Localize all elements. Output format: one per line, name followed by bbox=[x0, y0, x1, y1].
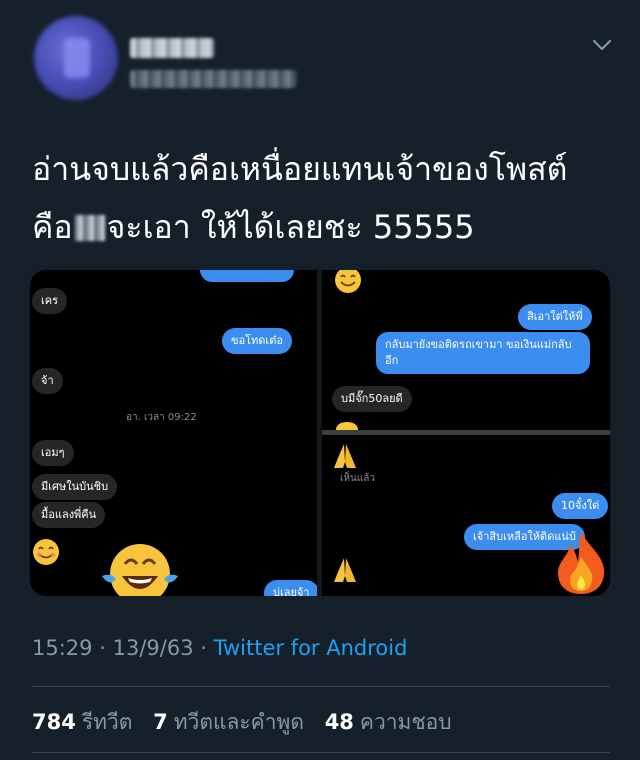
fire-emoji bbox=[558, 533, 605, 594]
tweet-text-part: จะเอา ให้ได้เลยชะ 55555 bbox=[106, 208, 475, 246]
chat-screenshot-panel-2: สิเอาใต่ให้พี่ กลับมายังขอติดรถเขามา ขอเ… bbox=[322, 270, 610, 430]
smiling-face-emoji bbox=[33, 539, 59, 565]
blurred-handle[interactable] bbox=[130, 70, 296, 88]
chat-bubble-received: มีเศษในบันชิบ bbox=[32, 474, 118, 500]
partial-emoji bbox=[336, 422, 358, 430]
chat-bubble-sent: สิเอาใต่ให้พี่ bbox=[518, 304, 592, 330]
separator-dot: · bbox=[99, 636, 106, 660]
chat-bubble-sent: ขอโทดเต๋อ bbox=[222, 328, 292, 354]
folded-hands-emoji bbox=[334, 558, 356, 582]
tweet-text-part: คือ bbox=[32, 208, 73, 246]
tweet-date[interactable]: 13/9/63 bbox=[113, 636, 194, 660]
chat-bubble-received: บมีจั๊ก50ลยดี bbox=[332, 386, 412, 412]
folded-hands-emoji bbox=[334, 444, 356, 468]
retweets-count[interactable]: 784 bbox=[32, 710, 76, 734]
likes-label[interactable]: ความชอบ bbox=[360, 710, 452, 734]
tweet-timestamp-row: 15:29 · 13/9/63 · Twitter for Android bbox=[32, 636, 407, 660]
chat-bubble-received: เอมๆ bbox=[32, 440, 74, 466]
chat-timestamp: อา. เวลา 09:22 bbox=[126, 412, 197, 423]
chat-bubble-sent: 10จั๋งใด่ bbox=[552, 493, 609, 519]
chat-screenshot-panel-3: เห็นแล้ว 10จั๋งใด่ เจ้าสิบเหลือให้ติดแน่… bbox=[322, 435, 610, 596]
likes-count[interactable]: 48 bbox=[325, 710, 354, 734]
tears-of-joy-emoji bbox=[102, 544, 178, 596]
tweet-header bbox=[0, 0, 640, 120]
tweet-source-link[interactable]: Twitter for Android bbox=[214, 636, 408, 660]
seen-indicator: เห็นแล้ว bbox=[340, 473, 376, 484]
smiling-face-emoji bbox=[335, 270, 361, 293]
tweet-text: อ่านจบแล้วคือเหนื่อยแทนเจ้าของโพสต์ คือ จ… bbox=[32, 140, 612, 256]
divider bbox=[32, 752, 610, 753]
chat-screenshot-panel-1: เคร ขอโทดเต๋อ จ้า อา. เวลา 09:22 เอมๆ มี… bbox=[30, 270, 317, 596]
quotes-label[interactable]: ทวีตและคำพูด bbox=[174, 710, 304, 734]
chat-bubble-received: จ้า bbox=[32, 368, 63, 394]
retweets-label[interactable]: รีทวีต bbox=[82, 710, 133, 734]
tweet-stats: 784 รีทวีต 7 ทวีตและคำพูด 48 ความชอบ bbox=[32, 706, 466, 739]
chat-bubble-sent: บ่เลยจ้า bbox=[264, 580, 317, 596]
chat-bubble-received: เคร bbox=[32, 288, 68, 314]
tweet-time[interactable]: 15:29 bbox=[32, 636, 93, 660]
chat-bubble-sent bbox=[200, 270, 294, 282]
tweet-media-image[interactable]: เคร ขอโทดเต๋อ จ้า อา. เวลา 09:22 เอมๆ มี… bbox=[30, 270, 610, 596]
chat-bubble-text: กลับมายังขอติดรถเขามา ขอเงินแม่กลับ bbox=[385, 338, 572, 351]
tweet-text-line-2: คือ จะเอา ให้ได้เลยชะ 55555 bbox=[32, 198, 612, 256]
chat-bubble-text: อีก bbox=[385, 354, 399, 367]
tweet-text-line-1: อ่านจบแล้วคือเหนื่อยแทนเจ้าของโพสต์ bbox=[32, 150, 568, 188]
chevron-down-icon[interactable] bbox=[592, 38, 612, 52]
blurred-display-name[interactable] bbox=[130, 38, 214, 58]
avatar[interactable] bbox=[34, 16, 118, 100]
divider bbox=[32, 686, 610, 687]
censored-word bbox=[74, 215, 105, 241]
chat-bubble-received: มื้อแลงพี่คืน bbox=[32, 502, 106, 528]
separator-dot: · bbox=[200, 636, 207, 660]
chat-bubble-sent-multiline: กลับมายังขอติดรถเขามา ขอเงินแม่กลับ อีก bbox=[376, 332, 590, 374]
quotes-count[interactable]: 7 bbox=[153, 710, 168, 734]
